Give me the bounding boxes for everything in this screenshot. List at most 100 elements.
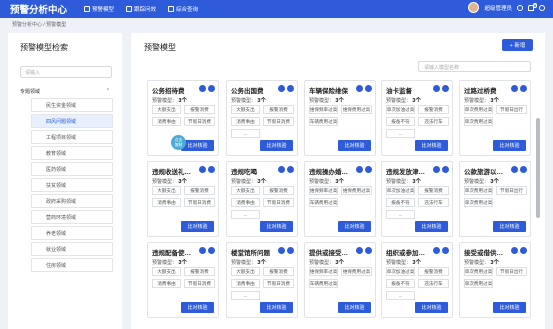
card-title: 违规收送礼品...	[152, 169, 196, 176]
card-tag: ...	[231, 129, 260, 138]
tree-item[interactable]: 工程项目领域	[31, 130, 113, 144]
add-button[interactable]: + 新增	[502, 39, 533, 51]
tree-item[interactable]: 政府采购领域	[31, 194, 113, 208]
edit-icon[interactable]	[199, 247, 206, 254]
model-card[interactable]: 违规吃喝 预警模型： 3个 大额支出 报警消费 消费事由 节假日消费... 比对核验	[226, 161, 298, 237]
card-count-value: 3个	[257, 179, 266, 185]
scrollbar[interactable]	[536, 78, 540, 326]
compare-button[interactable]: 比对核验	[260, 140, 293, 151]
tree-item[interactable]: 就业领域	[31, 242, 113, 256]
edit-icon[interactable]	[356, 166, 363, 173]
model-card[interactable]: 楼堂馆所问题 预警模型： 3个 大额支出 报警消费 消费事由 节假日消费... 比对核验	[226, 242, 298, 318]
card-tag: 单次费用过高	[464, 186, 493, 195]
compare-button[interactable]: 比对核验	[415, 140, 448, 151]
tree-item[interactable]: 扶贫领域	[31, 178, 113, 192]
delete-icon[interactable]	[520, 166, 527, 173]
model-card[interactable]: 违规配备使用... 预警模型： 3个 大额支出 报警消费 消费事由 节假日消费 比对核验	[147, 242, 219, 318]
card-tag: 消费事由	[152, 279, 181, 288]
top-nav-item[interactable]: 综合查询	[168, 5, 198, 13]
settings-icon[interactable]	[517, 4, 523, 11]
model-card[interactable]: 违规发放津贴... 预警模型： 3个 单次加油过高 报警消费 报备不符 违法行车... 比对…	[381, 161, 453, 237]
tree-group[interactable]: 专题领域 ⌃	[8, 86, 122, 96]
bell-icon[interactable]: 8	[528, 2, 537, 11]
compare-button[interactable]: 比对核验	[493, 140, 526, 151]
delete-icon[interactable]	[365, 85, 372, 92]
tree-item[interactable]: 营商环境领域	[31, 210, 113, 224]
model-card[interactable]: 车辆保险维保 预警模型： 3个 维保频率过高 维保费用过高 车辆费用过高 比对核验	[304, 80, 376, 156]
edit-icon[interactable]	[199, 85, 206, 92]
delete-icon[interactable]	[520, 85, 527, 92]
compare-button[interactable]: 比对核验	[415, 221, 448, 232]
model-card[interactable]: 公务出国费 预警模型： 3个 大额支出 报警消费 消费事由 节假日消费... 比对核验	[226, 80, 298, 156]
delete-icon[interactable]	[208, 247, 215, 254]
delete-icon[interactable]	[208, 85, 215, 92]
compare-button[interactable]: 比对核验	[260, 221, 293, 232]
card-count-value: 3个	[178, 179, 187, 185]
top-nav-item[interactable]: 预警模型	[84, 5, 114, 13]
edit-icon[interactable]	[278, 166, 285, 173]
compare-button[interactable]: 比对核验	[181, 221, 214, 232]
edit-icon[interactable]	[356, 247, 363, 254]
top-nav-bar: 预警分析中心 预警模型 跟踪问效 综合查询 超级管理员 8	[0, 0, 553, 18]
delete-icon[interactable]	[365, 247, 372, 254]
card-tag: 单次费用过高	[464, 198, 493, 207]
edit-icon[interactable]	[511, 166, 518, 173]
card-count-label: 预警模型：	[231, 260, 257, 266]
model-card[interactable]: 过路过桥费 预警模型： 3个 单次费用过高 节假日出行 单次费用过高 比对核验	[459, 80, 531, 156]
model-card[interactable]: 违规操办婚丧... 预警模型： 3个 维保频率过高 维保费用过高 车辆费用过高 比对核验	[304, 161, 376, 237]
delete-icon[interactable]	[442, 85, 449, 92]
edit-icon[interactable]	[278, 85, 285, 92]
delete-icon[interactable]	[287, 85, 294, 92]
delete-icon[interactable]	[520, 247, 527, 254]
model-search-input[interactable]: 请输入模型名称	[418, 61, 531, 72]
model-card[interactable]: 提供或接受超... 预警模型： 3个 维保频率过高 维保费用过高 车辆费用过高 比对核验	[304, 242, 376, 318]
card-tag: 大额支出	[231, 267, 260, 276]
copy-float-button[interactable]: 点击 复制	[171, 135, 186, 150]
user-avatar[interactable]	[468, 2, 480, 13]
compare-button[interactable]: 比对核验	[493, 302, 526, 313]
card-count-value: 3个	[178, 260, 187, 266]
edit-icon[interactable]	[433, 166, 440, 173]
compare-button[interactable]: 比对核验	[181, 302, 214, 313]
left-search-input[interactable]: 请输入	[20, 66, 112, 78]
card-tag: 大额支出	[231, 105, 260, 114]
model-card[interactable]: 油卡监督 预警模型： 3个 单次加油过高 报警消费 报备不符 违法行车... 比对核验	[381, 80, 453, 156]
model-card[interactable]: 违规收送礼品... 预警模型： 3个 大额支出 报警消费 消费事由 节假日消费 比对核验	[147, 161, 219, 237]
card-tag: 违法行车	[418, 279, 449, 288]
power-icon[interactable]	[539, 4, 545, 11]
edit-icon[interactable]	[511, 247, 518, 254]
tree-item[interactable]: 养老领域	[31, 226, 113, 240]
user-name[interactable]: 超级管理员	[484, 4, 512, 12]
edit-icon[interactable]	[433, 247, 440, 254]
edit-icon[interactable]	[199, 166, 206, 173]
model-card[interactable]: 公款旅游以及... 预警模型： 3个 单次费用过高 节假日出行 单次费用过高 比对核验	[459, 161, 531, 237]
compare-button[interactable]: 比对核验	[338, 221, 371, 232]
compare-button[interactable]: 比对核验	[415, 302, 448, 313]
edit-icon[interactable]	[511, 85, 518, 92]
tree-item[interactable]: 民生资金领域	[31, 98, 113, 112]
delete-icon[interactable]	[287, 247, 294, 254]
card-count-label: 预警模型：	[152, 98, 178, 104]
card-tag: 单次加油过高	[386, 186, 415, 195]
compare-button[interactable]: 比对核验	[338, 140, 371, 151]
delete-icon[interactable]	[208, 166, 215, 173]
edit-icon[interactable]	[356, 85, 363, 92]
tree-item[interactable]: 医药领域	[31, 162, 113, 176]
tree-item[interactable]: 四风问题领域	[31, 114, 113, 128]
top-nav-item[interactable]: 跟踪问效	[126, 5, 156, 13]
compare-button[interactable]: 比对核验	[260, 302, 293, 313]
edit-icon[interactable]	[278, 247, 285, 254]
scrollbar-thumb[interactable]	[536, 118, 540, 218]
card-count: 预警模型： 3个	[231, 96, 266, 104]
model-card[interactable]: 组织或参加用... 预警模型： 3个 单次加油过高 报警消费 报备不符 违法行车... 比对…	[381, 242, 453, 318]
delete-icon[interactable]	[365, 166, 372, 173]
tree-item[interactable]: 住房领域	[31, 258, 113, 272]
edit-icon[interactable]	[433, 85, 440, 92]
delete-icon[interactable]	[287, 166, 294, 173]
delete-icon[interactable]	[442, 247, 449, 254]
compare-button[interactable]: 比对核验	[493, 221, 526, 232]
tree-item[interactable]: 教育领域	[31, 146, 113, 160]
delete-icon[interactable]	[442, 166, 449, 173]
model-card[interactable]: 接受或借供可... 预警模型： 3个 单次费用过高 节假日出行 单次费用过高 比对核验	[459, 242, 531, 318]
compare-button[interactable]: 比对核验	[338, 302, 371, 313]
